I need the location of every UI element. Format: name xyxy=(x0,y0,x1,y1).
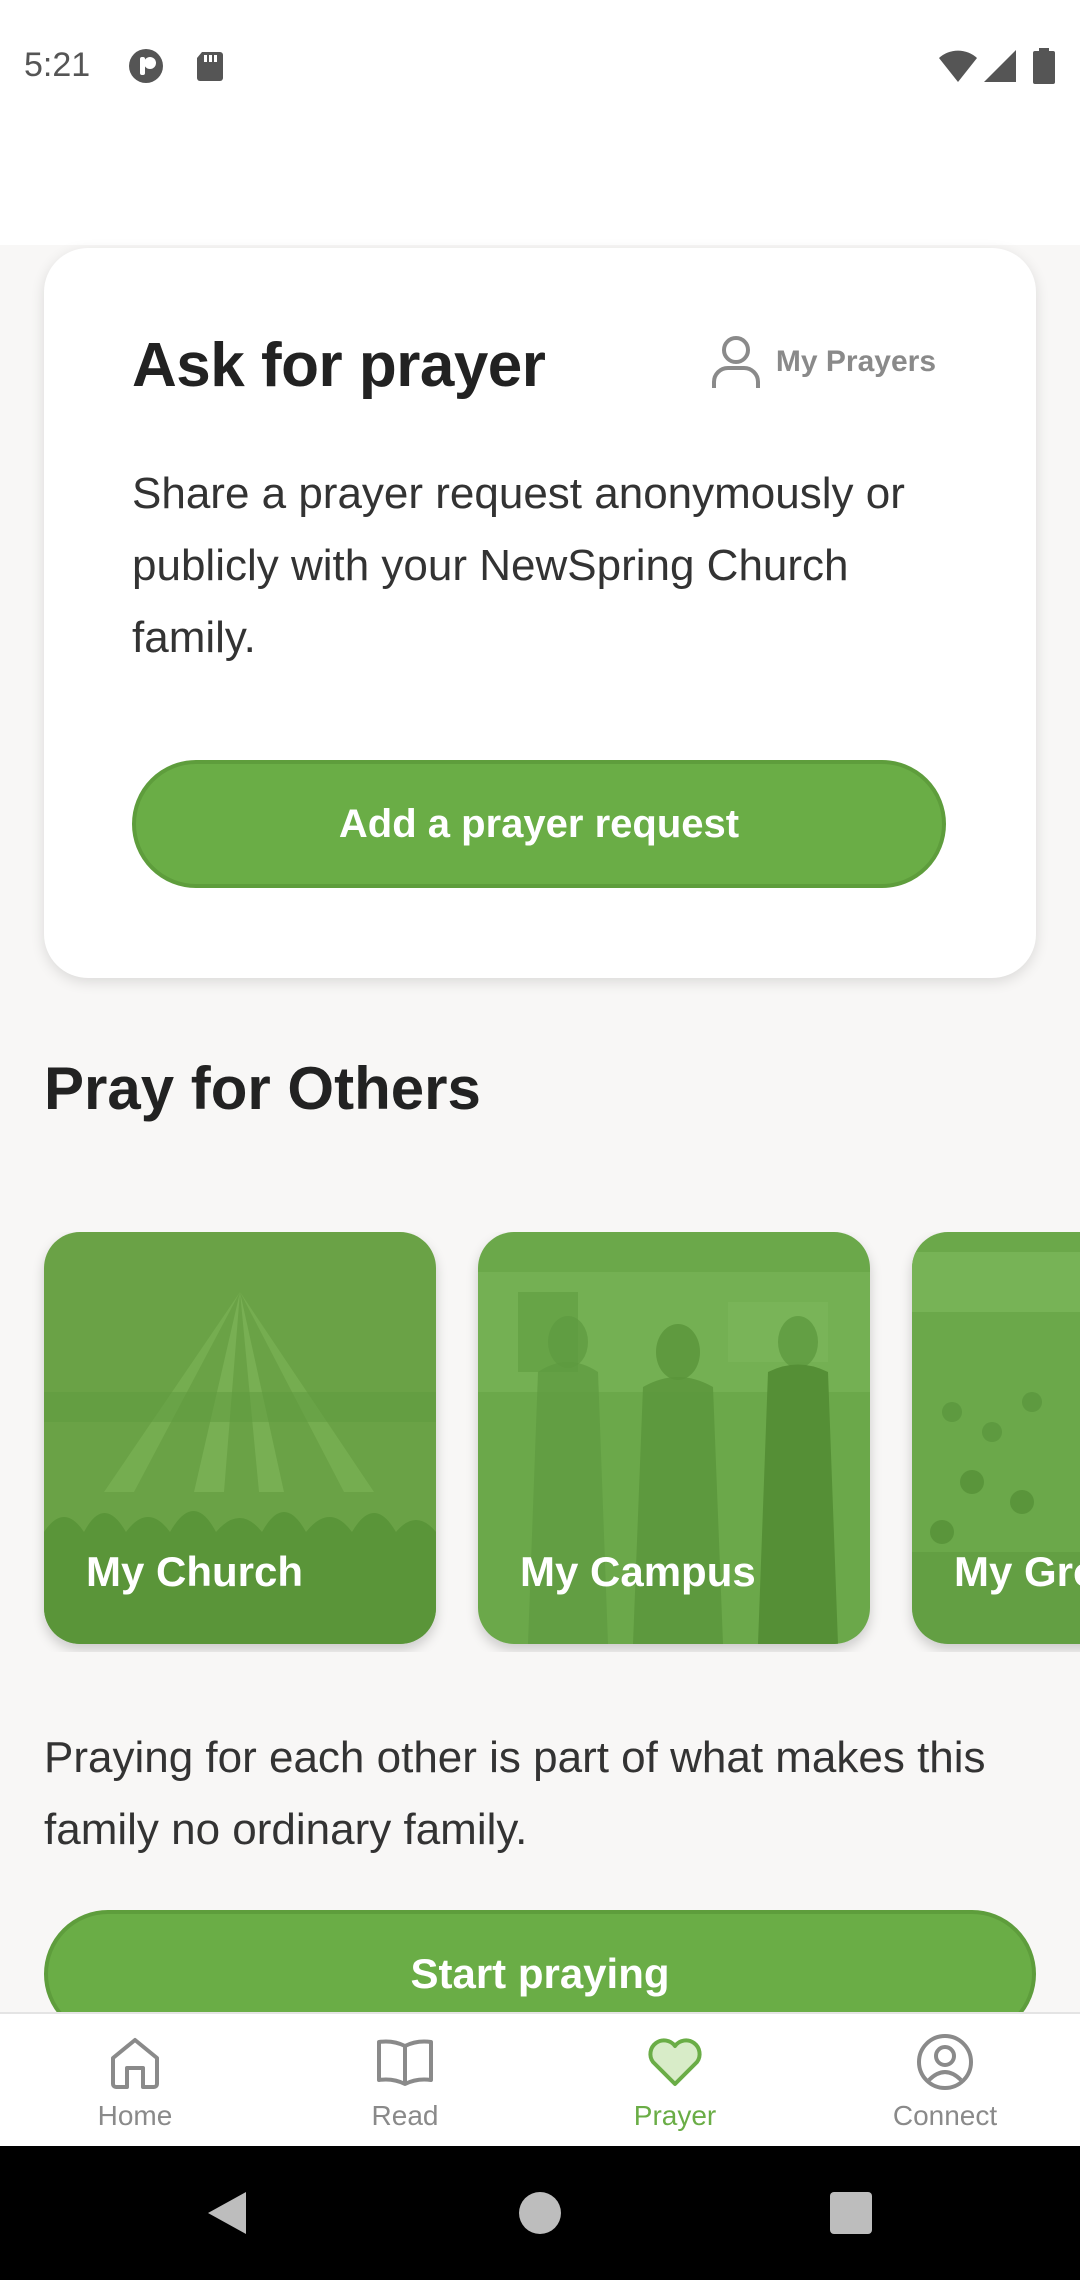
prayer-tiles-carousel[interactable]: My Church My Campus My Grou xyxy=(0,1232,1080,1652)
home-icon xyxy=(111,2038,159,2089)
tile-label: My Campus xyxy=(520,1548,756,1595)
status-time: 5:21 xyxy=(24,46,91,84)
ask-title: Ask for prayer xyxy=(132,331,546,400)
tile-label: My Church xyxy=(86,1548,304,1595)
ask-description: Share a prayer request anonymously or pu… xyxy=(132,469,905,662)
tile-label: My Groups xyxy=(954,1548,1080,1595)
wifi-icon xyxy=(939,50,977,82)
system-nav-bar xyxy=(0,2146,1080,2280)
tab-label: Home xyxy=(97,2100,173,2131)
book-icon xyxy=(377,2039,433,2086)
tab-prayer[interactable]: Prayer xyxy=(540,2014,810,2148)
add-prayer-request-button[interactable]: Add a prayer request xyxy=(132,760,946,888)
recents-icon[interactable] xyxy=(826,2188,876,2238)
tab-label: Connect xyxy=(892,2100,998,2131)
battery-icon xyxy=(1033,48,1055,84)
signal-icon xyxy=(984,50,1016,82)
tile-my-church[interactable]: My Church xyxy=(44,1232,436,1644)
tab-label: Read xyxy=(371,2100,439,2131)
pray-for-others-title: Pray for Others xyxy=(44,1055,481,1122)
tile-my-campus[interactable]: My Campus xyxy=(478,1232,870,1644)
tab-label: Prayer xyxy=(633,2100,717,2131)
tab-connect[interactable]: Connect xyxy=(810,2014,1080,2148)
my-prayers-label: My Prayers xyxy=(775,345,936,378)
ask-for-prayer-card: Ask for prayer My Prayers Share a prayer… xyxy=(44,248,1036,978)
sd-card-icon xyxy=(197,52,223,81)
user-icon xyxy=(711,336,760,388)
tile-my-groups[interactable]: My Groups xyxy=(912,1232,1080,1644)
my-prayers-button[interactable]: My Prayers xyxy=(710,334,936,390)
home-nav-icon[interactable] xyxy=(515,2188,565,2238)
tab-home[interactable]: Home xyxy=(0,2014,270,2148)
status-bar: 5:21 xyxy=(0,0,1080,135)
user-circle-icon xyxy=(917,2034,973,2090)
back-icon[interactable] xyxy=(202,2188,252,2238)
tab-read[interactable]: Read xyxy=(270,2014,540,2148)
notification-app-icon xyxy=(129,49,163,83)
prayer-footer-text: Praying for each other is part of what m… xyxy=(44,1733,986,1854)
heart-icon xyxy=(648,2038,702,2086)
header-spacer xyxy=(0,135,1080,245)
bottom-tab-bar: Home Read Prayer Connect xyxy=(0,2012,1080,2146)
